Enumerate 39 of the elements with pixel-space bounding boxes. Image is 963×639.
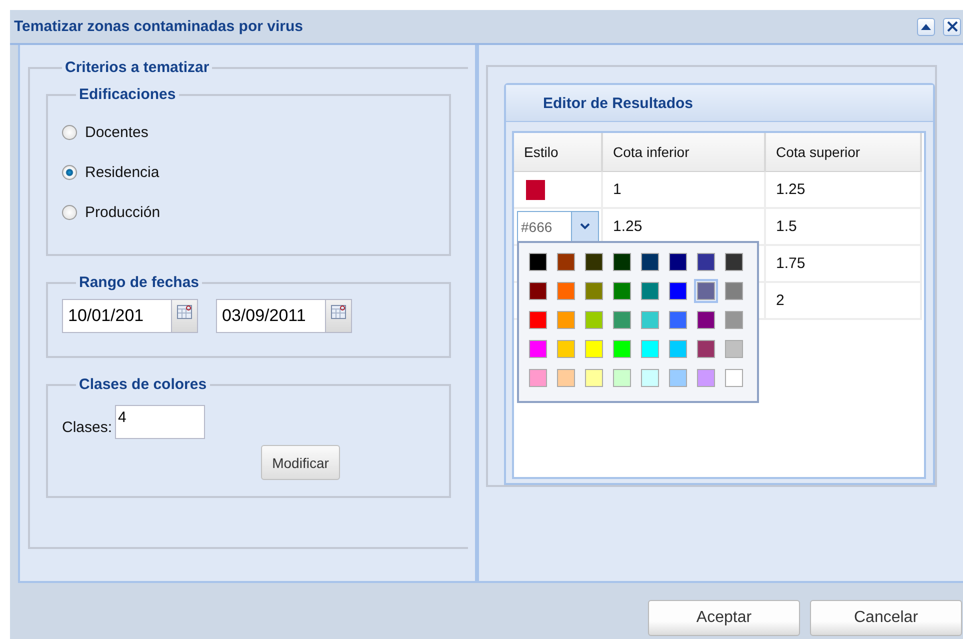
column-header[interactable]: Estilo: [514, 133, 602, 172]
panel-title: Editor de Resultados: [543, 94, 694, 112]
dropdown-button[interactable]: [571, 212, 598, 242]
date-picker-button[interactable]: [326, 299, 352, 333]
date-picker-button[interactable]: [172, 299, 198, 333]
section-title: Criterios a tematizar: [64, 59, 210, 76]
section-title: Rango de fechas: [78, 274, 200, 291]
radio-button[interactable]: [62, 165, 77, 180]
column-header[interactable]: Cota superior: [765, 133, 921, 172]
chevron-down-icon: [580, 223, 590, 230]
radio-label[interactable]: Residencia: [85, 164, 160, 181]
close-icon: [946, 21, 958, 32]
calendar-icon: [177, 305, 192, 319]
table-cell: 1: [613, 181, 622, 198]
collapse-button[interactable]: [917, 18, 935, 36]
table-cell: 1.25: [776, 181, 806, 198]
modify-button[interactable]: Modificar: [261, 445, 340, 480]
column-header[interactable]: Cota inferior: [602, 133, 765, 172]
window-title: Tematizar zonas contaminadas por virus: [13, 18, 303, 35]
radio-label[interactable]: Docentes: [85, 124, 148, 141]
triangle-up-icon: [921, 23, 931, 30]
dialog-button[interactable]: Aceptar: [648, 600, 800, 636]
section-title: Clases de colores: [78, 376, 208, 393]
table-cell: 1.75: [776, 255, 806, 272]
field-label: Clases:: [62, 419, 112, 438]
table-cell: 2: [776, 292, 784, 309]
radio-button[interactable]: [62, 205, 77, 220]
table-cell: 1.5: [776, 218, 797, 235]
date-field[interactable]: 10/01/201: [62, 299, 172, 333]
close-button[interactable]: [943, 18, 961, 36]
color-combo-field[interactable]: #666: [517, 210, 599, 242]
calendar-icon: [331, 305, 346, 319]
date-field[interactable]: 03/09/2011: [216, 299, 326, 333]
radio-button[interactable]: [62, 125, 77, 140]
section-title: Edificaciones: [78, 86, 177, 103]
dialog-button[interactable]: Cancelar: [810, 600, 962, 636]
input-field[interactable]: 4: [115, 405, 206, 439]
table-cell: 1.25: [613, 218, 642, 235]
radio-label[interactable]: Producción: [85, 204, 160, 221]
